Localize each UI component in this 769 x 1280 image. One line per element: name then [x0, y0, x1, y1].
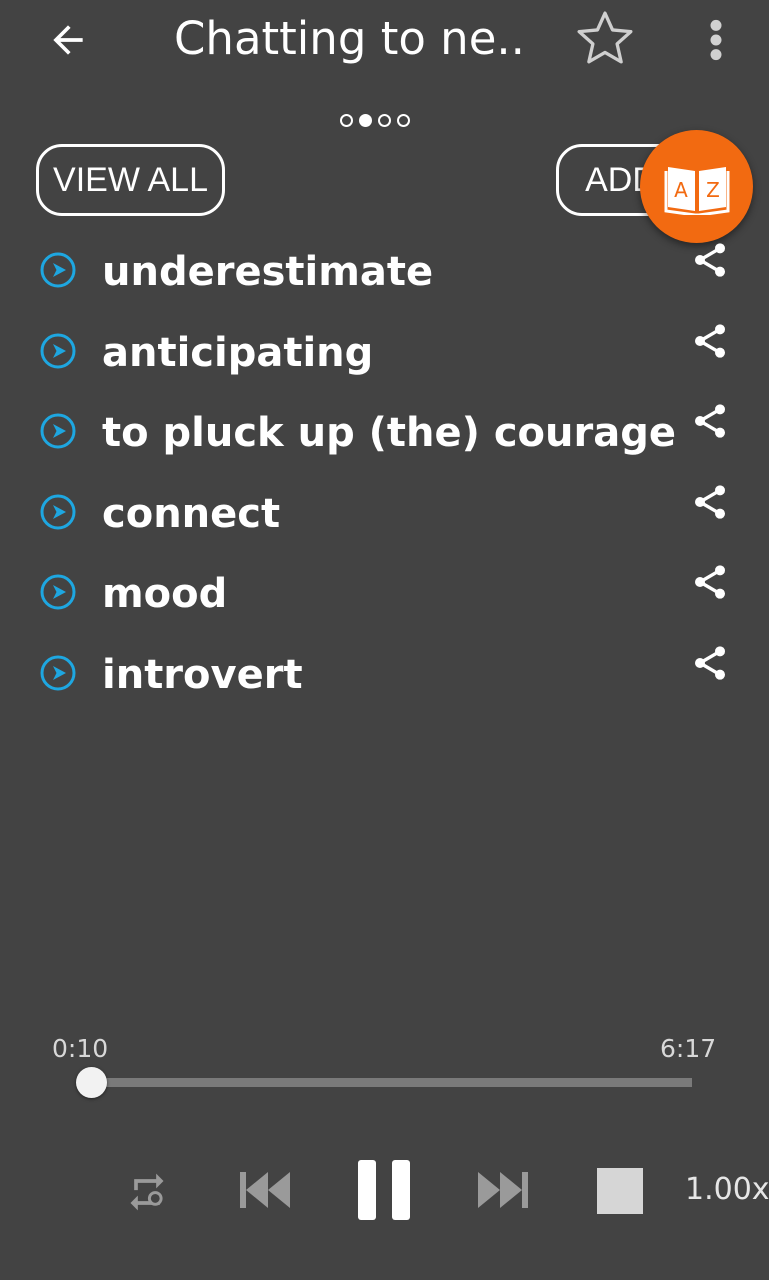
- stop-button[interactable]: [596, 1167, 644, 1215]
- list-item[interactable]: mood: [0, 554, 769, 635]
- star-outline-icon: [577, 11, 633, 64]
- word-text: anticipating: [102, 329, 374, 376]
- skip-next-icon: [478, 1172, 528, 1208]
- play-circle-icon[interactable]: [40, 252, 76, 288]
- list-item[interactable]: anticipating: [0, 313, 769, 394]
- back-button[interactable]: [38, 12, 98, 68]
- seek-thumb[interactable]: [76, 1067, 107, 1098]
- skip-previous-icon: [240, 1172, 290, 1208]
- pause-icon: [358, 1160, 410, 1220]
- next-button[interactable]: [474, 1166, 530, 1214]
- playback-speed[interactable]: 1.00x: [685, 1172, 769, 1207]
- fab-letter-z: Z: [706, 178, 720, 202]
- page-dot: [397, 114, 410, 127]
- pause-button[interactable]: [354, 1158, 414, 1222]
- vocabulary-list: underestimate anticipating to pluck up (…: [0, 232, 769, 715]
- more-vert-icon: [710, 19, 722, 61]
- word-text: underestimate: [102, 249, 434, 295]
- more-options-button[interactable]: [694, 12, 738, 68]
- word-text: to pluck up (the) courage: [102, 410, 676, 456]
- repeat-button[interactable]: [125, 1170, 169, 1214]
- previous-button[interactable]: [238, 1166, 294, 1214]
- share-icon[interactable]: [690, 482, 730, 522]
- play-circle-icon[interactable]: [40, 655, 76, 691]
- app-bar: Chatting to ne..: [0, 0, 769, 90]
- page-dot: [378, 114, 391, 127]
- page-dot: [359, 114, 372, 127]
- word-text: mood: [102, 571, 228, 617]
- page-dot: [340, 114, 353, 127]
- dictionary-fab[interactable]: A Z: [640, 130, 753, 243]
- favorite-button[interactable]: [570, 4, 640, 74]
- word-text: introvert: [102, 651, 303, 698]
- play-circle-icon[interactable]: [40, 494, 76, 530]
- list-item[interactable]: to pluck up (the) courage: [0, 393, 769, 474]
- page-title: Chatting to ne..: [174, 12, 525, 65]
- dictionary-book-az-icon: A Z: [664, 166, 729, 215]
- repeat-icon: [130, 1173, 164, 1211]
- list-item[interactable]: underestimate: [0, 232, 769, 313]
- seek-bar[interactable]: [90, 1078, 692, 1087]
- page-indicator: [340, 114, 410, 127]
- play-circle-icon[interactable]: [40, 574, 76, 610]
- share-icon[interactable]: [690, 240, 730, 280]
- list-item[interactable]: introvert: [0, 635, 769, 716]
- play-circle-icon[interactable]: [40, 413, 76, 449]
- share-icon[interactable]: [690, 643, 730, 683]
- stop-icon: [597, 1168, 643, 1214]
- view-all-button[interactable]: VIEW ALL: [36, 144, 225, 216]
- total-time: 6:17: [660, 1034, 717, 1063]
- share-icon[interactable]: [690, 401, 730, 441]
- fab-letter-a: A: [674, 178, 688, 202]
- current-time: 0:10: [52, 1034, 109, 1063]
- word-text: connect: [102, 490, 281, 537]
- play-circle-icon[interactable]: [40, 333, 76, 369]
- arrow-left-icon: [53, 25, 83, 55]
- list-item[interactable]: connect: [0, 474, 769, 555]
- share-icon[interactable]: [690, 321, 730, 361]
- share-icon[interactable]: [690, 562, 730, 602]
